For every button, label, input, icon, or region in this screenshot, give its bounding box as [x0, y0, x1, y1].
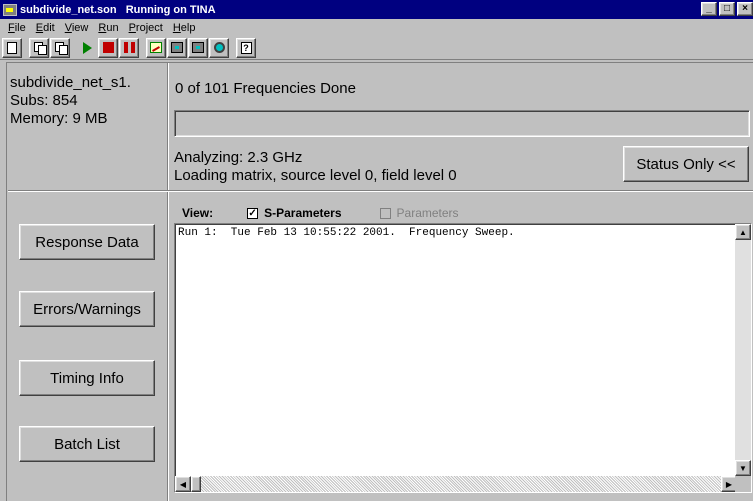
view-options: View: ✓ S-Parameters Parameters — [182, 205, 497, 221]
toolbar: ? — [0, 36, 753, 60]
menu-project[interactable]: Project — [124, 22, 168, 34]
response-data-button[interactable]: Response Data — [19, 224, 155, 260]
status-only-button[interactable]: Status Only << — [623, 146, 749, 182]
project-info: subdivide_net_s1. Subs: 854 Memory: 9 MB — [8, 64, 166, 181]
close-icon: × — [742, 3, 748, 14]
circuit-button[interactable] — [167, 37, 187, 58]
close-button[interactable]: × — [737, 2, 753, 16]
parameters-option: Parameters — [379, 206, 459, 220]
scroll-down-button[interactable]: ▼ — [735, 460, 751, 476]
circuit-icon — [171, 42, 183, 53]
window-title: subdivide_net.son Running on TINA — [20, 3, 216, 16]
arrow-right-icon: ▶ — [725, 479, 733, 489]
project-name: subdivide_net_s1. — [10, 74, 131, 91]
analysis-status: Analyzing: 2.3 GHz Loading matrix, sourc… — [174, 149, 457, 185]
loading-text: Loading matrix, source level 0, field le… — [174, 167, 457, 184]
window-controls: _ □ × — [699, 2, 753, 16]
parameters-label: Parameters — [396, 206, 459, 220]
arrow-left-icon: ◀ — [179, 479, 187, 489]
vertical-divider — [167, 63, 169, 501]
pause-icon — [123, 42, 135, 53]
horizontal-scroll-thumb[interactable] — [191, 476, 201, 492]
copy-icon — [33, 42, 47, 55]
network-icon — [192, 42, 204, 53]
scroll-up-button[interactable]: ▲ — [735, 224, 751, 240]
horizontal-divider — [8, 190, 753, 192]
response-chart-icon — [150, 42, 162, 53]
run-icon — [82, 41, 92, 54]
analyzing-text: Analyzing: 2.3 GHz — [174, 149, 303, 166]
stop-button[interactable] — [98, 37, 118, 58]
batch-list-button[interactable]: Batch List — [19, 426, 155, 462]
new-document-icon — [7, 41, 17, 54]
log-output[interactable]: Run 1: Tue Feb 13 10:55:22 2001. Frequen… — [174, 223, 752, 493]
run-button[interactable] — [77, 37, 97, 58]
sparameters-checkbox[interactable]: ✓ — [247, 207, 259, 219]
minimize-button[interactable]: _ — [701, 2, 717, 16]
scrollbar-corner — [735, 476, 751, 492]
pause-button[interactable] — [119, 37, 139, 58]
copy-button[interactable] — [29, 37, 49, 58]
menu-help[interactable]: Help — [168, 22, 201, 34]
maximize-button[interactable]: □ — [719, 2, 735, 16]
help-icon: ? — [240, 41, 252, 54]
title-bar[interactable]: subdivide_net.son Running on TINA _ □ × — [0, 0, 753, 19]
arrow-down-icon: ▼ — [739, 463, 747, 473]
view-label: View: — [182, 206, 214, 220]
paste-button[interactable] — [50, 37, 70, 58]
settings-button[interactable] — [209, 37, 229, 58]
sparameters-option[interactable]: ✓ S-Parameters — [247, 206, 342, 220]
minimize-icon: _ — [706, 3, 712, 14]
horizontal-scrollbar[interactable]: ◀ ▶ — [175, 476, 737, 492]
memory-usage: Memory: 9 MB — [10, 110, 108, 127]
settings-icon — [213, 42, 225, 53]
menu-view[interactable]: View — [60, 22, 94, 34]
maximize-icon: □ — [723, 3, 731, 14]
response-chart-button[interactable] — [146, 37, 166, 58]
app-icon[interactable] — [3, 3, 17, 16]
errors-warnings-button[interactable]: Errors/Warnings — [19, 291, 155, 327]
vertical-scrollbar[interactable]: ▲ ▼ — [735, 224, 751, 476]
scroll-left-button[interactable]: ◀ — [175, 476, 191, 492]
progress-bar — [174, 110, 750, 137]
frequency-status: 0 of 101 Frequencies Done — [175, 80, 356, 97]
help-button[interactable]: ? — [236, 37, 256, 58]
network-button[interactable] — [188, 37, 208, 58]
subs-count: Subs: 854 — [10, 92, 78, 109]
arrow-up-icon: ▲ — [739, 227, 747, 237]
menu-edit[interactable]: Edit — [31, 22, 60, 34]
paste-icon — [54, 42, 68, 55]
parameters-checkbox — [379, 207, 391, 219]
timing-info-button[interactable]: Timing Info — [19, 360, 155, 396]
stop-icon — [102, 42, 114, 53]
menu-file[interactable]: File — [3, 22, 31, 34]
new-button[interactable] — [2, 37, 22, 58]
menu-run[interactable]: Run — [93, 22, 123, 34]
log-line: Run 1: Tue Feb 13 10:55:22 2001. Frequen… — [178, 227, 515, 239]
menu-bar: File Edit View Run Project Help — [0, 19, 753, 36]
sparameters-label: S-Parameters — [264, 206, 342, 220]
